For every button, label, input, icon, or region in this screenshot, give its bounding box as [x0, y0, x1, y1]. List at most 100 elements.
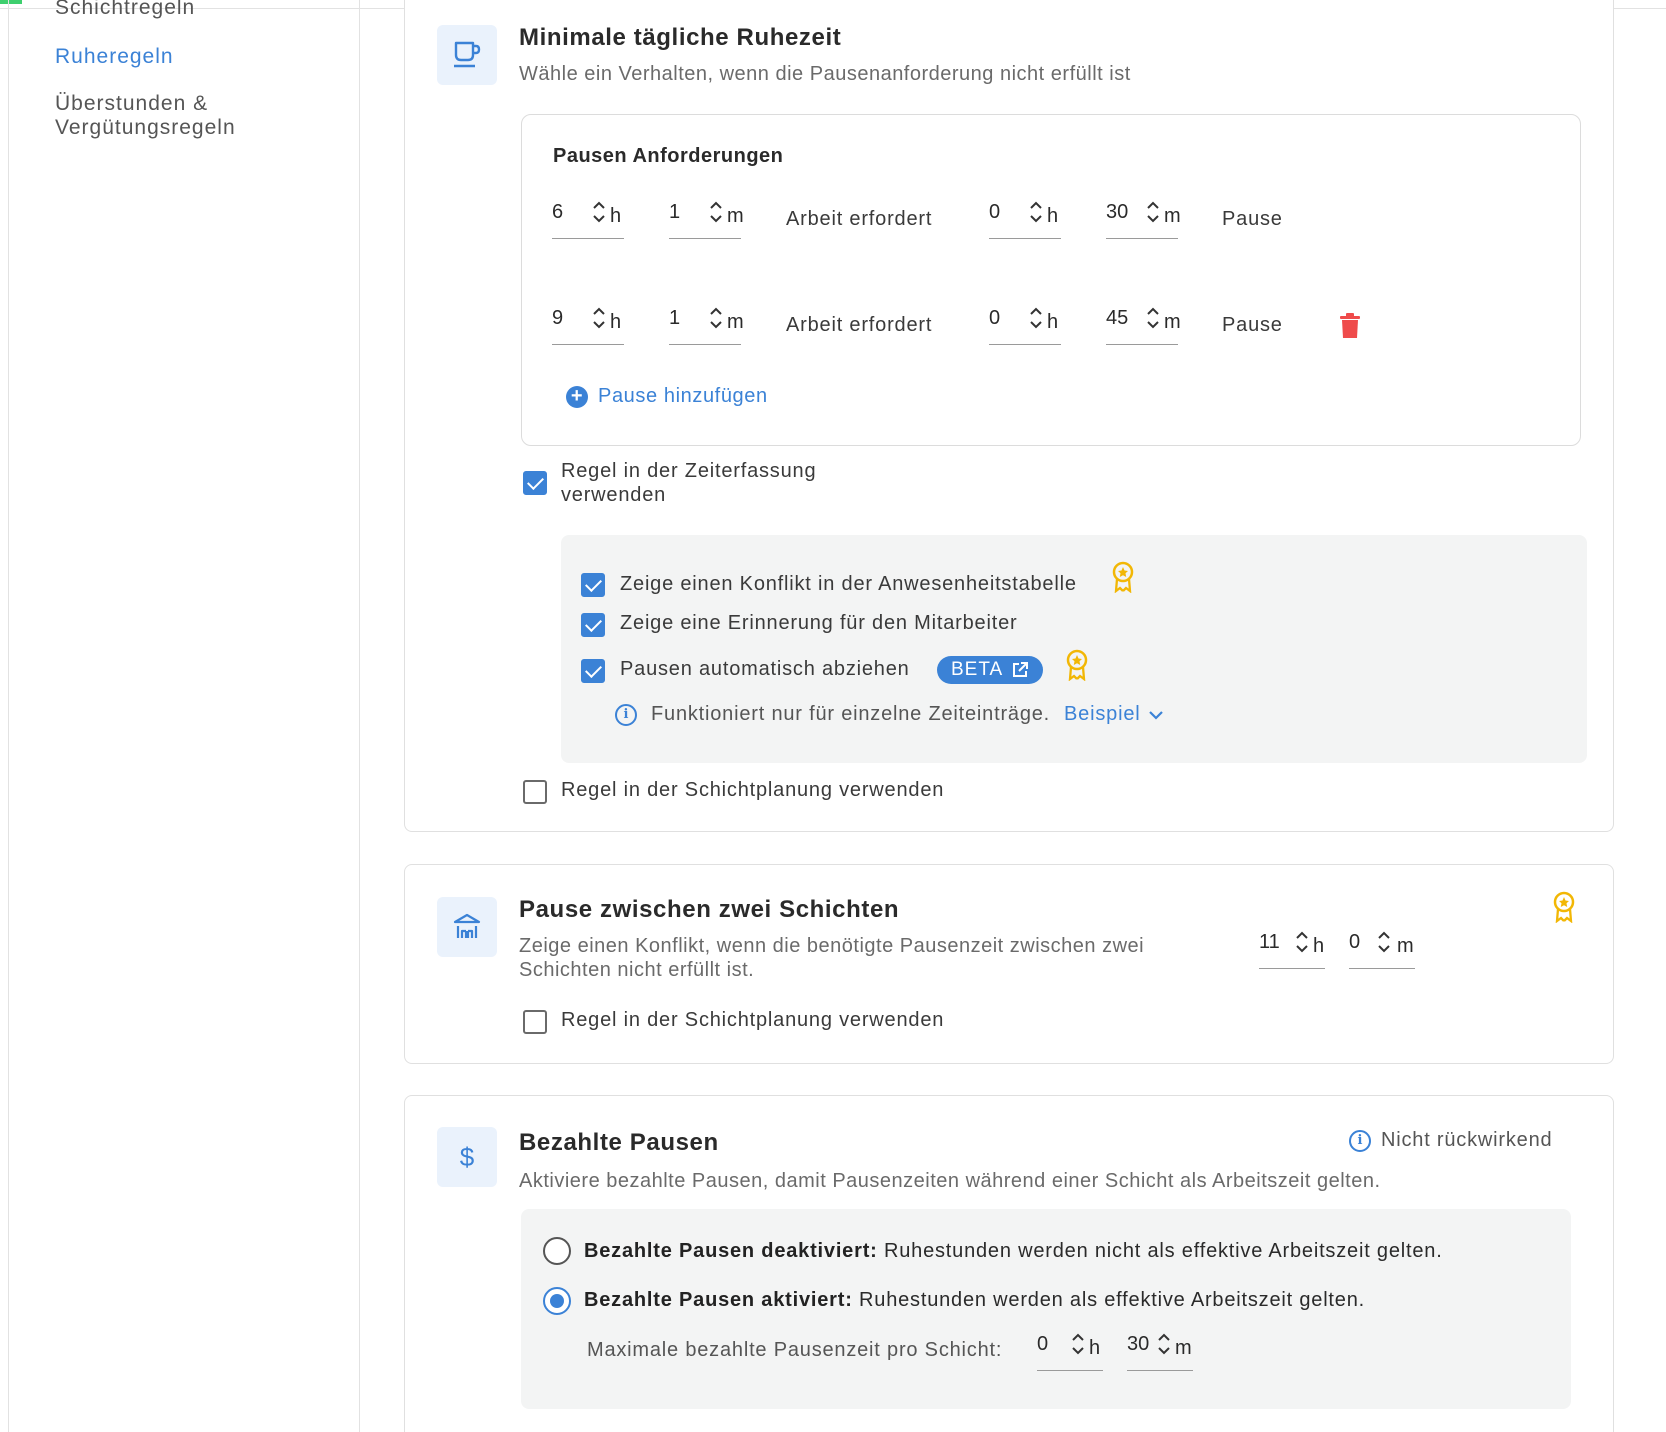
- conflict-label: Zeige einen Konflikt in der Anwesenheits…: [620, 573, 1077, 595]
- info-icon: i: [1349, 1129, 1371, 1152]
- info-icon: i: [615, 703, 637, 726]
- info-row: i Funktioniert nur für einzelne Zeiteint…: [615, 703, 1165, 726]
- minutes-unit: m: [1164, 205, 1181, 227]
- minutes-unit: m: [1164, 311, 1181, 333]
- stepper-icon[interactable]: [590, 197, 608, 227]
- beta-badge[interactable]: BETA: [937, 656, 1044, 684]
- daily-rest-title: Minimale tägliche Ruhezeit: [519, 24, 842, 51]
- stepper-icon[interactable]: [1155, 1329, 1173, 1359]
- info-text: Funktioniert nur für einzelne Zeiteinträ…: [651, 703, 1051, 725]
- plus-circle-icon: +: [566, 385, 588, 408]
- stepper-icon[interactable]: [1375, 927, 1393, 957]
- not-retroactive-label: Nicht rückwirkend: [1381, 1129, 1553, 1151]
- between-shifts-planning-checkbox[interactable]: [523, 1010, 547, 1034]
- trash-icon[interactable]: [1339, 313, 1361, 339]
- time-tracking-label: Regel in der Zeiterfassung verwenden: [561, 460, 817, 506]
- hours-unit: h: [1047, 205, 1059, 227]
- between-shifts-minutes-input[interactable]: 0 m: [1349, 927, 1415, 969]
- paid-breaks-on-label: Bezahlte Pausen aktiviert: Ruhestunden w…: [584, 1289, 1365, 1312]
- work-requires-label: Arbeit erfordert: [786, 208, 933, 230]
- stepper-icon[interactable]: [1144, 197, 1162, 227]
- paid-breaks-on-text: Ruhestunden werden als effektive Arbeits…: [859, 1289, 1365, 1311]
- conflict-checkbox[interactable]: [581, 573, 605, 597]
- auto-deduct-label: Pausen automatisch abziehen: [620, 658, 910, 680]
- between-shifts-hours-input[interactable]: 11 h: [1259, 927, 1325, 969]
- add-pause-button[interactable]: + Pause hinzufügen: [566, 385, 768, 408]
- hours-unit: h: [610, 205, 622, 227]
- not-retroactive-note: i Nicht rückwirkend: [1349, 1129, 1552, 1152]
- minutes-unit: m: [1175, 1337, 1192, 1359]
- max-paid-hours-input[interactable]: 0 h: [1037, 1329, 1103, 1371]
- pause-hours-value: 0: [989, 201, 1001, 223]
- sidebar-item-overtime[interactable]: Überstunden & Vergütungsregeln: [55, 92, 335, 140]
- stepper-icon[interactable]: [1144, 303, 1162, 333]
- shift-planning-label: Regel in der Schichtplanung verwenden: [561, 779, 945, 801]
- minutes-unit: m: [727, 311, 744, 333]
- paid-breaks-on-radio[interactable]: [543, 1287, 571, 1315]
- daily-rest-subtitle: Wähle ein Verhalten, wenn die Pausenanfo…: [519, 63, 1131, 85]
- hours-unit: h: [610, 311, 622, 333]
- between-shifts-card: Pause zwischen zwei Schichten Zeige eine…: [404, 864, 1614, 1064]
- hours-unit: h: [1047, 311, 1059, 333]
- max-paid-break-label: Maximale bezahlte Pausenzeit pro Schicht…: [587, 1339, 1003, 1361]
- pause-minutes-input[interactable]: 30 m: [1106, 197, 1181, 239]
- stepper-icon[interactable]: [1293, 927, 1311, 957]
- coffee-cup-icon: [437, 25, 497, 85]
- pause-hours-value: 0: [989, 307, 1001, 329]
- time-tracking-options-panel: Zeige einen Konflikt in der Anwesenheits…: [561, 535, 1587, 763]
- work-hours-input[interactable]: 6 h: [552, 197, 624, 239]
- paid-breaks-title: Bezahlte Pausen: [519, 1129, 719, 1156]
- stepper-icon[interactable]: [707, 303, 725, 333]
- premium-badge-icon: [1112, 561, 1134, 593]
- premium-badge-icon: [1066, 649, 1088, 681]
- dollar-icon: $: [437, 1127, 497, 1187]
- chevron-down-icon[interactable]: [1147, 708, 1165, 722]
- work-hours-input[interactable]: 9 h: [552, 303, 624, 345]
- reminder-checkbox[interactable]: [581, 613, 605, 637]
- paid-breaks-options-panel: Bezahlte Pausen deaktiviert: Ruhestunden…: [521, 1209, 1571, 1409]
- sidebar-item-rest-rules[interactable]: Ruheregeln: [55, 45, 174, 69]
- pause-hours-input[interactable]: 0 h: [989, 197, 1061, 239]
- pause-label: Pause: [1222, 208, 1283, 230]
- pause-minutes-value: 45: [1106, 307, 1129, 329]
- paid-breaks-subtitle: Aktiviere bezahlte Pausen, damit Pausenz…: [519, 1170, 1381, 1192]
- shift-planning-checkbox[interactable]: [523, 780, 547, 804]
- paid-breaks-off-bold: Bezahlte Pausen deaktiviert:: [584, 1240, 878, 1262]
- work-hours-value: 6: [552, 201, 564, 223]
- pause-minutes-value: 30: [1106, 201, 1129, 223]
- add-pause-label: Pause hinzufügen: [598, 385, 768, 407]
- stepper-icon[interactable]: [1027, 197, 1045, 227]
- minutes-unit: m: [727, 205, 744, 227]
- pause-label: Pause: [1222, 314, 1283, 336]
- work-requires-label: Arbeit erfordert: [786, 314, 933, 336]
- sidebar-item-shift-rules[interactable]: Schichtregeln: [55, 0, 195, 20]
- shelter-icon: [437, 897, 497, 957]
- stepper-icon[interactable]: [1027, 303, 1045, 333]
- hours-unit: h: [1089, 1337, 1101, 1359]
- pause-minutes-input[interactable]: 45 m: [1106, 303, 1181, 345]
- work-minutes-value: 1: [669, 201, 681, 223]
- time-tracking-checkbox[interactable]: [523, 471, 547, 495]
- between-shifts-planning-label: Regel in der Schichtplanung verwenden: [561, 1009, 945, 1031]
- example-link[interactable]: Beispiel: [1064, 703, 1140, 726]
- external-link-icon: [1013, 662, 1029, 677]
- minutes-unit: m: [1397, 935, 1414, 957]
- paid-breaks-off-radio[interactable]: [543, 1237, 571, 1265]
- paid-breaks-off-label: Bezahlte Pausen deaktiviert: Ruhestunden…: [584, 1240, 1443, 1263]
- stepper-icon[interactable]: [590, 303, 608, 333]
- paid-breaks-on-bold: Bezahlte Pausen aktiviert:: [584, 1289, 853, 1311]
- auto-deduct-checkbox[interactable]: [581, 659, 605, 683]
- premium-badge-icon: [1553, 891, 1575, 923]
- stepper-icon[interactable]: [707, 197, 725, 227]
- paid-breaks-card: $ Bezahlte Pausen i Nicht rückwirkend Ak…: [404, 1095, 1614, 1432]
- paid-breaks-off-text: Ruhestunden werden nicht als effektive A…: [883, 1240, 1443, 1262]
- between-shifts-minutes-value: 0: [1349, 931, 1361, 953]
- work-minutes-input[interactable]: 1 m: [669, 197, 744, 239]
- pause-hours-input[interactable]: 0 h: [989, 303, 1061, 345]
- reminder-label: Zeige eine Erinnerung für den Mitarbeite…: [620, 612, 1018, 634]
- stepper-icon[interactable]: [1069, 1329, 1087, 1359]
- work-minutes-input[interactable]: 1 m: [669, 303, 744, 345]
- between-shifts-title: Pause zwischen zwei Schichten: [519, 896, 900, 923]
- max-paid-minutes-input[interactable]: 30 m: [1127, 1329, 1193, 1371]
- daily-rest-card: Minimale tägliche Ruhezeit Wähle ein Ver…: [404, 0, 1614, 832]
